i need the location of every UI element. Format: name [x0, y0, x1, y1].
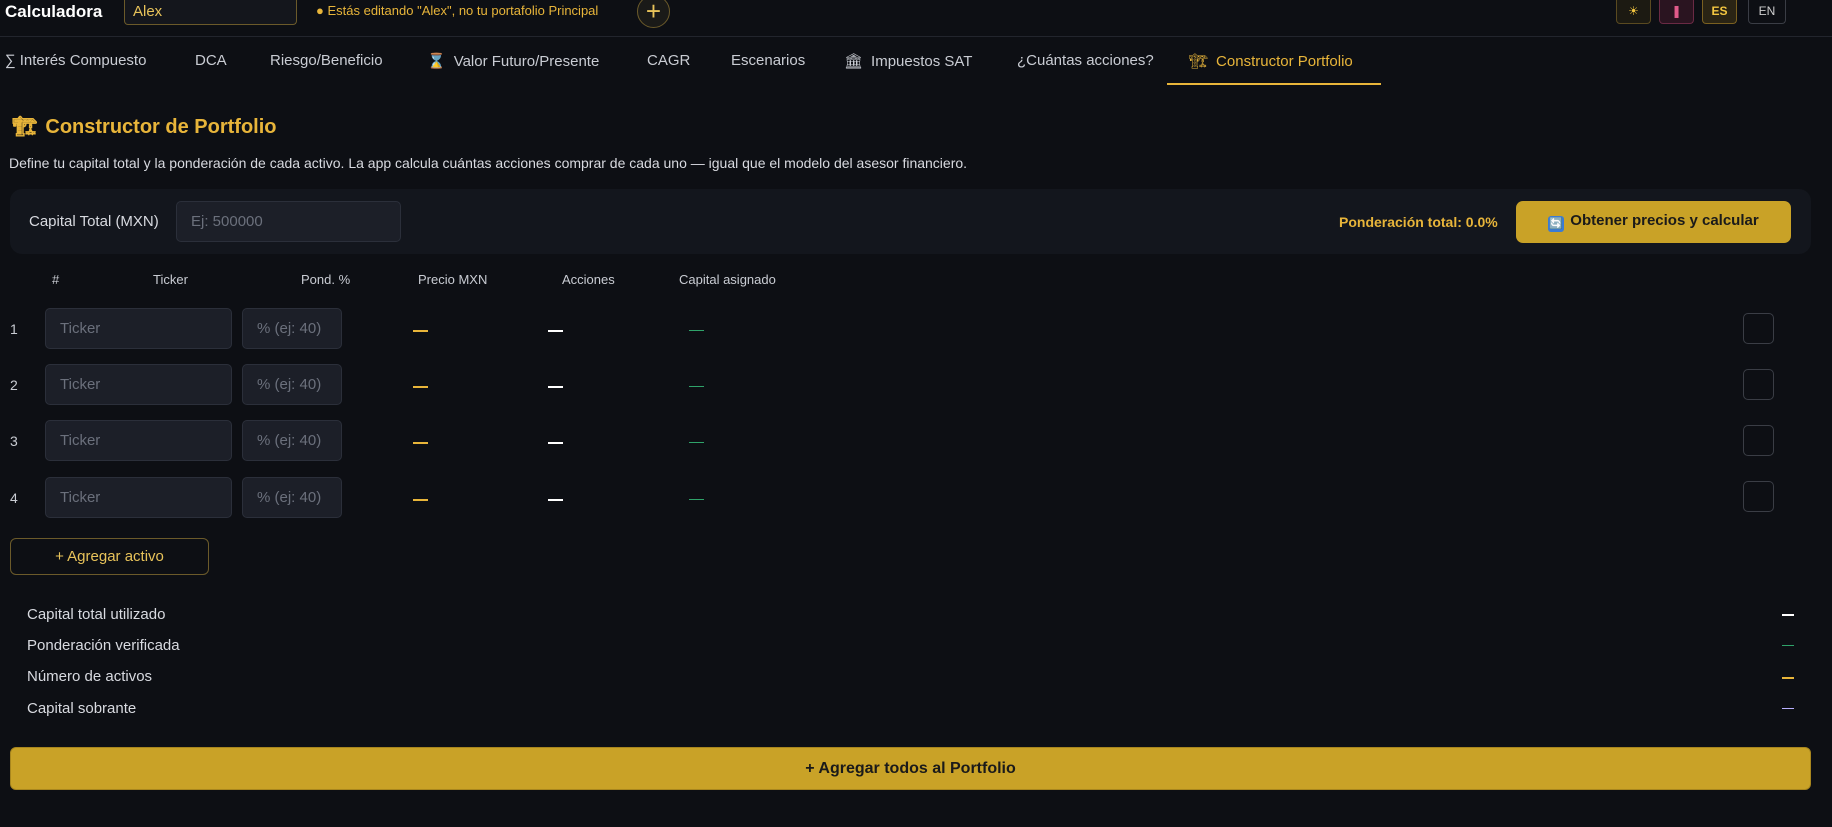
- row-checkbox[interactable]: [1743, 481, 1774, 512]
- weight-input[interactable]: [242, 477, 342, 518]
- tab-label: DCA: [195, 52, 227, 69]
- tab-constructor-portfolio[interactable]: 🏗 Constructor Portfolio: [1189, 52, 1353, 70]
- tab-valor-futuro[interactable]: ⌛ Valor Futuro/Presente: [427, 52, 599, 70]
- tab-label: ¿Cuántas acciones?: [1017, 52, 1154, 69]
- col-header-num: #: [52, 272, 60, 287]
- theme-toggle-button[interactable]: ☀: [1616, 0, 1651, 24]
- calculate-button[interactable]: 🔄 Obtener precios y calcular: [1516, 201, 1791, 243]
- sun-icon: ☀: [1628, 4, 1639, 18]
- price-empty: [413, 386, 428, 388]
- tab-interes-compuesto[interactable]: ∑ Interés Compuesto: [5, 52, 146, 69]
- edit-notice: ● Estás editando "Alex", no tu portafoli…: [316, 3, 599, 18]
- sigma-icon: ∑: [5, 52, 16, 69]
- top-bar: Calculadora Alex ● Estás editando "Alex"…: [0, 0, 1832, 37]
- summary-capital-used-value: [1782, 614, 1794, 616]
- shares-empty: [548, 499, 563, 501]
- app-title: Calculadora: [5, 2, 103, 21]
- price-empty: [413, 442, 428, 444]
- capital-label: Capital Total (MXN): [29, 213, 159, 230]
- ticker-input[interactable]: [45, 420, 232, 461]
- capital-empty: [689, 330, 704, 331]
- tab-bar: ∑ Interés Compuesto DCA Riesgo/Beneficio …: [0, 38, 1832, 86]
- active-tab-indicator: [1167, 83, 1381, 85]
- tab-cagr[interactable]: CAGR: [647, 52, 690, 69]
- row-checkbox[interactable]: [1743, 369, 1774, 400]
- col-header-capital: Capital asignado: [679, 272, 776, 287]
- row-number: 2: [10, 377, 18, 393]
- tab-label: Interés Compuesto: [19, 52, 147, 69]
- summary-asset-count-label: Número de activos: [27, 668, 153, 685]
- capital-input[interactable]: [176, 201, 401, 242]
- weight-total: Ponderación total: 0.0%: [1339, 214, 1498, 230]
- summary-weight-verified-label: Ponderación verificada: [27, 637, 180, 654]
- pink-icon: ❚: [1671, 4, 1682, 18]
- col-header-precio: Precio MXN: [418, 272, 488, 287]
- shares-empty: [548, 386, 563, 388]
- capital-empty: [689, 386, 704, 387]
- lang-en-button[interactable]: EN: [1748, 0, 1786, 24]
- ticker-input[interactable]: [45, 308, 232, 349]
- summary-asset-count-value: [1782, 677, 1794, 679]
- add-portfolio-button[interactable]: +: [637, 0, 670, 28]
- tab-dca[interactable]: DCA: [195, 52, 227, 69]
- price-empty: [413, 499, 428, 501]
- refresh-icon: 🔄: [1548, 216, 1565, 232]
- add-asset-button[interactable]: + Agregar activo: [10, 538, 209, 575]
- row-number: 1: [10, 321, 18, 337]
- calculate-button-label: Obtener precios y calcular: [1570, 212, 1759, 229]
- weight-input[interactable]: [242, 364, 342, 405]
- shares-empty: [548, 330, 563, 332]
- lang-es-button[interactable]: ES: [1702, 0, 1737, 24]
- tab-label: CAGR: [647, 52, 691, 69]
- col-header-acciones: Acciones: [562, 272, 615, 287]
- tab-cuantas-acciones[interactable]: ¿Cuántas acciones?: [1017, 52, 1154, 69]
- page-title: 🏗 Constructor de Portfolio: [12, 114, 277, 139]
- accent-toggle-button[interactable]: ❚: [1659, 0, 1694, 24]
- tab-escenarios[interactable]: Escenarios: [731, 52, 805, 69]
- summary-leftover-label: Capital sobrante: [27, 700, 137, 717]
- shares-empty: [548, 442, 563, 444]
- weight-input[interactable]: [242, 420, 342, 461]
- builder-icon: 🏗: [1189, 53, 1209, 70]
- ticker-input[interactable]: [45, 364, 232, 405]
- row-number: 4: [10, 490, 18, 506]
- col-header-pond: Pond. %: [301, 272, 351, 287]
- capital-panel: Capital Total (MXN) Ponderación total: 0…: [10, 189, 1811, 254]
- tab-riesgo-beneficio[interactable]: Riesgo/Beneficio: [270, 52, 383, 69]
- row-checkbox[interactable]: [1743, 313, 1774, 344]
- row-number: 3: [10, 433, 18, 449]
- row-checkbox[interactable]: [1743, 425, 1774, 456]
- tab-label: Valor Futuro/Presente: [453, 53, 600, 70]
- col-header-ticker: Ticker: [153, 272, 188, 287]
- capital-empty: [689, 499, 704, 500]
- summary-capital-used-label: Capital total utilizado: [27, 606, 166, 623]
- tab-impuestos-sat[interactable]: 🏛 Impuestos SAT: [844, 52, 972, 70]
- tab-label: Riesgo/Beneficio: [270, 52, 383, 69]
- summary-weight-verified-value: [1782, 645, 1794, 646]
- builder-icon: 🏗: [12, 116, 38, 138]
- add-all-to-portfolio-button[interactable]: + Agregar todos al Portfolio: [10, 747, 1811, 790]
- ticker-input[interactable]: [45, 477, 232, 518]
- bank-icon: 🏛: [844, 53, 864, 70]
- summary-leftover-value: [1782, 708, 1794, 709]
- weight-input[interactable]: [242, 308, 342, 349]
- hourglass-icon: ⌛: [427, 53, 446, 70]
- page-title-text: Constructor de Portfolio: [45, 116, 277, 138]
- page-description: Define tu capital total y la ponderación…: [9, 155, 968, 171]
- price-empty: [413, 330, 428, 332]
- tab-label: Escenarios: [731, 52, 806, 69]
- tab-label: Impuestos SAT: [871, 53, 973, 70]
- tab-label: Constructor Portfolio: [1216, 53, 1353, 70]
- capital-empty: [689, 442, 704, 443]
- portfolio-name-field[interactable]: Alex: [124, 0, 297, 25]
